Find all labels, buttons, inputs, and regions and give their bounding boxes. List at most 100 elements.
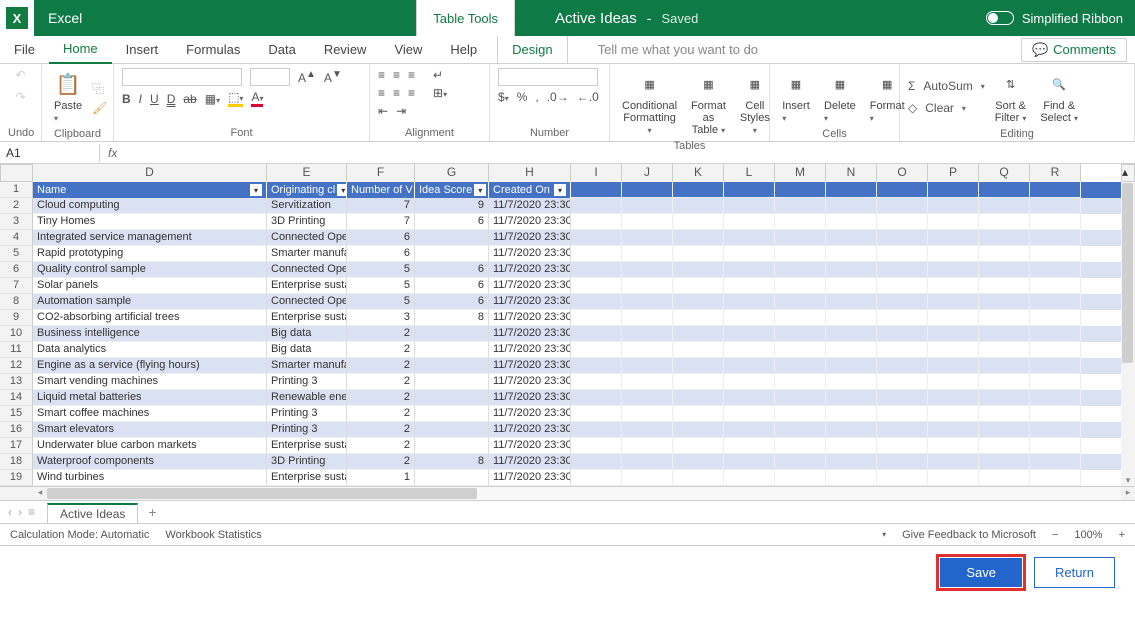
- comma-icon[interactable]: ,: [535, 90, 538, 104]
- row-header-10[interactable]: 10: [0, 326, 33, 342]
- table-row[interactable]: Waterproof components3D Printing2811/7/2…: [33, 454, 1121, 470]
- table-header[interactable]: Name▾: [33, 182, 267, 198]
- align-center-icon[interactable]: ≡: [393, 86, 400, 100]
- return-button[interactable]: Return: [1034, 557, 1115, 588]
- table-row[interactable]: Solar panelsEnterprise susta5611/7/2020 …: [33, 278, 1121, 294]
- filter-icon[interactable]: ▾: [250, 184, 262, 196]
- merge-icon[interactable]: ⊞▾: [433, 86, 447, 100]
- row-header-1[interactable]: 1: [0, 182, 33, 198]
- horizontal-scrollbar[interactable]: ◂ ▸: [33, 486, 1135, 500]
- table-row[interactable]: Quality control sampleConnected Oper5611…: [33, 262, 1121, 278]
- col-header-O[interactable]: O: [877, 164, 928, 182]
- currency-icon[interactable]: $▾: [498, 90, 509, 104]
- clear-button[interactable]: ◇ Clear ▾: [908, 101, 985, 115]
- feedback-link[interactable]: Give Feedback to Microsoft: [902, 529, 1036, 541]
- save-button[interactable]: Save: [940, 558, 1022, 587]
- table-header[interactable]: Number of V▾: [347, 182, 415, 198]
- row-header-13[interactable]: 13: [0, 374, 33, 390]
- undo-icon[interactable]: ↶: [15, 68, 25, 82]
- format-as-table-button[interactable]: ▦ Format as Table ▾: [687, 68, 730, 138]
- row-header-14[interactable]: 14: [0, 390, 33, 406]
- row-header-4[interactable]: 4: [0, 230, 33, 246]
- fill-color-button[interactable]: ⬚▾: [228, 90, 243, 107]
- row-header-2[interactable]: 2: [0, 198, 33, 214]
- table-header[interactable]: Idea Score▾: [415, 182, 489, 198]
- calc-mode[interactable]: Calculation Mode: Automatic: [10, 529, 149, 541]
- col-header-L[interactable]: L: [724, 164, 775, 182]
- tab-data[interactable]: Data: [254, 36, 309, 64]
- col-header-R[interactable]: R: [1030, 164, 1081, 182]
- zoom-in-button[interactable]: +: [1119, 529, 1125, 541]
- grid-cells[interactable]: Name▾Originating cl▾Number of V▾Idea Sco…: [33, 182, 1121, 486]
- tab-file[interactable]: File: [0, 36, 49, 64]
- row-header-17[interactable]: 17: [0, 438, 33, 454]
- col-header-H[interactable]: H: [489, 164, 571, 182]
- bold-button[interactable]: B: [122, 92, 131, 106]
- row-header-8[interactable]: 8: [0, 294, 33, 310]
- table-row[interactable]: CO2-absorbing artificial treesEnterprise…: [33, 310, 1121, 326]
- row-header-18[interactable]: 18: [0, 454, 33, 470]
- col-header-J[interactable]: J: [622, 164, 673, 182]
- table-header[interactable]: Created On▾: [489, 182, 571, 198]
- tab-help[interactable]: Help: [436, 36, 491, 64]
- find-select-button[interactable]: 🔍 Find & Select ▾: [1036, 68, 1082, 126]
- tab-design[interactable]: Design: [497, 36, 567, 64]
- table-row[interactable]: Smart coffee machinesPrinting 3211/7/202…: [33, 406, 1121, 422]
- format-painter-icon[interactable]: 🖌: [92, 101, 107, 115]
- increase-font-icon[interactable]: A▲: [298, 69, 316, 85]
- table-row[interactable]: Tiny Homes3D Printing7611/7/2020 23:30: [33, 214, 1121, 230]
- add-sheet-button[interactable]: +: [138, 504, 166, 520]
- table-row[interactable]: Integrated service managementConnected O…: [33, 230, 1121, 246]
- col-header-D[interactable]: D: [33, 164, 267, 182]
- table-row[interactable]: Data analyticsBig data211/7/2020 23:30: [33, 342, 1121, 358]
- double-underline-button[interactable]: D: [167, 92, 176, 106]
- font-name-select[interactable]: [122, 68, 242, 86]
- table-row[interactable]: Underwater blue carbon marketsEnterprise…: [33, 438, 1121, 454]
- tab-formulas[interactable]: Formulas: [172, 36, 254, 64]
- wrap-text-icon[interactable]: ↵: [433, 68, 443, 82]
- underline-button[interactable]: U: [150, 92, 159, 106]
- number-format-select[interactable]: [498, 68, 598, 86]
- autosum-button[interactable]: Σ AutoSum ▾: [908, 79, 985, 93]
- conditional-formatting-button[interactable]: ▦ Conditional Formatting ▾: [618, 68, 681, 138]
- row-header-12[interactable]: 12: [0, 358, 33, 374]
- col-header-I[interactable]: I: [571, 164, 622, 182]
- row-header-3[interactable]: 3: [0, 214, 33, 230]
- vscroll-up[interactable]: ▴: [1121, 164, 1135, 182]
- align-top-icon[interactable]: ≡: [378, 68, 385, 82]
- table-row[interactable]: Smart elevatorsPrinting 3211/7/2020 23:3…: [33, 422, 1121, 438]
- delete-cells-button[interactable]: ▦ Delete▾: [820, 68, 860, 126]
- align-left-icon[interactable]: ≡: [378, 86, 385, 100]
- row-header-15[interactable]: 15: [0, 406, 33, 422]
- increase-indent-icon[interactable]: ⇥: [396, 104, 406, 118]
- tab-review[interactable]: Review: [310, 36, 381, 64]
- table-row[interactable]: Smart vending machinesPrinting 3211/7/20…: [33, 374, 1121, 390]
- col-header-Q[interactable]: Q: [979, 164, 1030, 182]
- formula-input[interactable]: [125, 151, 1135, 155]
- name-box[interactable]: A1: [0, 144, 100, 162]
- col-header-N[interactable]: N: [826, 164, 877, 182]
- tab-insert[interactable]: Insert: [112, 36, 173, 64]
- simplified-ribbon-toggle[interactable]: Simplified Ribbon: [986, 11, 1135, 26]
- decrease-decimal-icon[interactable]: ←.0: [577, 90, 599, 104]
- insert-cells-button[interactable]: ▦ Insert▾: [778, 68, 814, 126]
- col-header-K[interactable]: K: [673, 164, 724, 182]
- font-color-button[interactable]: A▾: [251, 90, 263, 107]
- paste-button[interactable]: 📋 Paste ▾: [50, 68, 86, 126]
- border-button[interactable]: ▦▾: [205, 92, 220, 106]
- table-row[interactable]: Wind turbinesEnterprise susta111/7/2020 …: [33, 470, 1121, 486]
- row-header-16[interactable]: 16: [0, 422, 33, 438]
- align-right-icon[interactable]: ≡: [408, 86, 415, 100]
- table-row[interactable]: Business intelligenceBig data211/7/2020 …: [33, 326, 1121, 342]
- status-dropdown[interactable]: ▾: [882, 530, 886, 539]
- italic-button[interactable]: I: [139, 92, 142, 106]
- align-bot-icon[interactable]: ≡: [408, 68, 415, 82]
- row-header-6[interactable]: 6: [0, 262, 33, 278]
- table-row[interactable]: Engine as a service (flying hours)Smarte…: [33, 358, 1121, 374]
- decrease-indent-icon[interactable]: ⇤: [378, 104, 388, 118]
- align-mid-icon[interactable]: ≡: [393, 68, 400, 82]
- table-row[interactable]: Automation sampleConnected Oper5611/7/20…: [33, 294, 1121, 310]
- sort-filter-button[interactable]: ⇅ Sort & Filter ▾: [991, 68, 1031, 126]
- sheet-list-icon[interactable]: ≡: [28, 505, 35, 519]
- sheet-next-icon[interactable]: ›: [18, 505, 22, 519]
